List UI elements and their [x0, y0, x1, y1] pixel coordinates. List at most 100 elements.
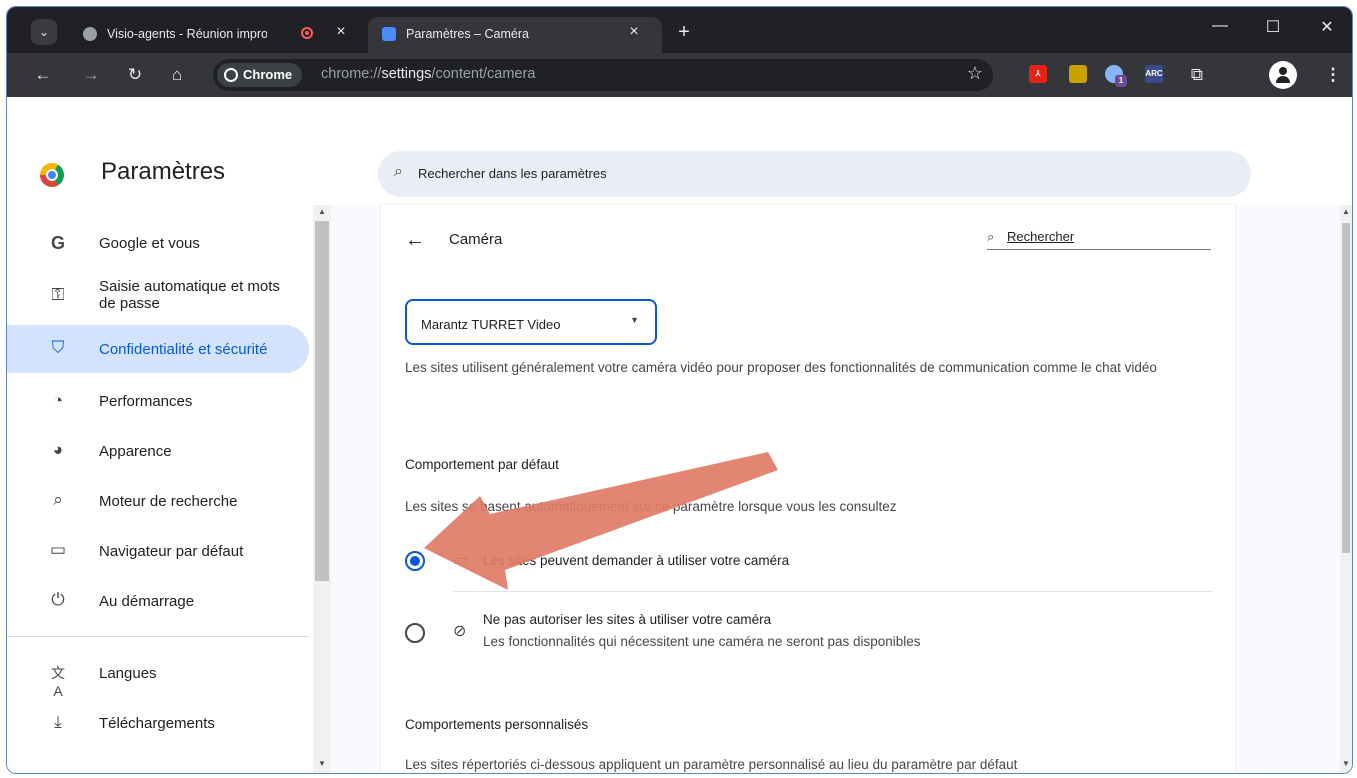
settings-sidebar: G Google et vous ⚿ Saisie automatique et…	[7, 205, 313, 773]
chrome-icon	[224, 68, 238, 82]
search-icon: ⌕	[987, 229, 995, 244]
profile-avatar[interactable]	[1269, 61, 1297, 89]
search-icon: ⌕	[53, 490, 63, 509]
chrome-logo-icon	[40, 163, 64, 187]
option-block-title: Ne pas autoriser les sites à utiliser vo…	[483, 612, 772, 627]
sidebar-item-label: Moteur de recherche	[99, 493, 238, 510]
sidebar-item-startup[interactable]: ⏻ Au démarrage	[7, 577, 309, 625]
bookmark-star-icon[interactable]: ☆	[967, 63, 983, 84]
sidebar-item-privacy[interactable]: ⛉ Confidentialité et sécurité	[7, 325, 309, 373]
default-behavior-heading: Comportement par défaut	[405, 457, 559, 472]
new-tab-button[interactable]: +	[673, 21, 695, 44]
url-host: settings	[381, 66, 432, 82]
url-text[interactable]: chrome://settings/content/camera	[321, 66, 535, 82]
settings-search-input[interactable]: ⌕ Rechercher dans les paramètres	[378, 151, 1251, 197]
pdf-extension-icon[interactable]: ⅄	[1029, 65, 1047, 83]
sidebar-item-search-engine[interactable]: ⌕ Moteur de recherche	[7, 477, 309, 525]
scroll-up-arrow-icon[interactable]: ▲	[1340, 207, 1352, 216]
folder-extension-icon[interactable]	[1069, 65, 1087, 83]
tab-visio-agents[interactable]: Visio-agents - Réunion improvisée ×	[69, 17, 361, 53]
option-block-sublabel: Les fonctionnalités qui nécessitent une …	[483, 634, 921, 649]
page-title: Caméra	[449, 231, 503, 248]
browser-toolbar: ← → ↻ ⌂ Chrome chrome://settings/content…	[7, 53, 1352, 97]
site-info-chip[interactable]: Chrome	[217, 63, 303, 87]
sidebar-item-label: Téléchargements	[99, 715, 215, 732]
scroll-up-arrow-icon[interactable]: ▲	[313, 207, 331, 216]
sidebar-item-label: Au démarrage	[99, 593, 195, 610]
sidebar-divider	[7, 636, 309, 637]
url-path: /content/camera	[431, 66, 536, 82]
sidebar-item-downloads[interactable]: ⤓ Téléchargements	[7, 699, 309, 747]
maximize-button[interactable]: ☐	[1253, 17, 1293, 37]
option-allow-radio[interactable]	[405, 551, 425, 571]
custom-behaviors-text: Les sites répertoriés ci-dessous appliqu…	[405, 757, 1018, 772]
search-icon: ⌕	[394, 163, 403, 180]
sidebar-item-autofill[interactable]: ⚿ Saisie automatique et mots de passe	[7, 267, 309, 323]
tab-strip: ⌄ Visio-agents - Réunion improvisée × Pa…	[7, 7, 1352, 53]
menu-kebab-icon[interactable]: ⋮	[1321, 63, 1345, 87]
tab-title: Paramètres – Caméra	[406, 27, 529, 41]
translate-icon: 文A	[51, 665, 65, 699]
option-allow-label: Les sites peuvent demander à utiliser vo…	[483, 553, 790, 568]
option-block-radio[interactable]	[405, 623, 425, 643]
browser-window: ⌄ Visio-agents - Réunion improvisée × Pa…	[6, 6, 1353, 774]
tab-title: Visio-agents - Réunion improvisée	[107, 27, 267, 41]
default-behavior-text: Les sites se basent automatiquement sur …	[405, 499, 897, 514]
main-scrollbar-thumb[interactable]	[1342, 223, 1350, 553]
arc-extension-icon[interactable]: ARC	[1145, 65, 1163, 83]
sidebar-item-label: Performances	[99, 393, 193, 410]
palette-icon: ◕	[52, 440, 64, 459]
scroll-down-arrow-icon[interactable]: ▼	[313, 759, 331, 768]
key-icon: ⚿	[51, 285, 65, 304]
options-divider	[453, 591, 1213, 592]
globe-icon	[83, 27, 97, 41]
sidebar-item-performance[interactable]: ◔ Performances	[7, 377, 309, 425]
back-arrow-icon[interactable]: ←	[405, 229, 425, 252]
camera-device-select[interactable]: Marantz TURRET Video ▼	[405, 299, 657, 345]
scroll-down-arrow-icon[interactable]: ▼	[1340, 759, 1352, 768]
sidebar-item-google[interactable]: G Google et vous	[7, 219, 309, 267]
google-icon: G	[50, 233, 65, 253]
search-placeholder: Rechercher dans les paramètres	[418, 166, 607, 181]
home-icon[interactable]: ⌂	[165, 63, 189, 87]
sidebar-scrollbar-thumb[interactable]	[315, 221, 329, 581]
sidebar-item-label: Saisie automatique et mots de passe	[99, 278, 280, 312]
extension-badge: 1	[1115, 75, 1127, 87]
camera-settings-card: ← Caméra ⌕ Rechercher Marantz TURRET Vid…	[381, 205, 1235, 773]
back-icon[interactable]: ←	[31, 63, 55, 87]
sidebar-item-label: Google et vous	[99, 235, 200, 252]
speedometer-icon: ◔	[52, 391, 64, 410]
camera-search-label: Rechercher	[1007, 229, 1075, 244]
reload-icon[interactable]: ↻	[123, 63, 147, 87]
tab-parametres-camera[interactable]: Paramètres – Caméra ×	[368, 17, 662, 53]
sidebar-item-default-browser[interactable]: ▭ Navigateur par défaut	[7, 527, 309, 575]
browser-window-icon: ▭	[49, 540, 67, 559]
camera-off-icon: ⊘	[453, 623, 467, 640]
tab-close-button[interactable]: ×	[331, 23, 351, 41]
settings-title: Paramètres	[101, 158, 226, 185]
sidebar-item-label: Confidentialité et sécurité	[99, 341, 268, 358]
option-block-label: Ne pas autoriser les sites à utiliser vo…	[483, 609, 921, 653]
dropdown-arrow-icon: ▼	[630, 315, 639, 325]
tab-search-button[interactable]: ⌄	[31, 19, 57, 45]
address-bar[interactable]: Chrome chrome://settings/content/camera …	[213, 59, 993, 91]
tab-close-button[interactable]: ×	[624, 23, 644, 41]
sidebar-item-label: Langues	[99, 665, 157, 682]
selected-device: Marantz TURRET Video	[421, 317, 561, 332]
download-icon: ⤓	[54, 712, 62, 731]
gear-icon	[382, 27, 396, 41]
camera-search-input[interactable]: ⌕ Rechercher	[987, 227, 1211, 250]
close-window-button[interactable]: ✕	[1307, 17, 1347, 37]
sidebar-item-appearance[interactable]: ◕ Apparence	[7, 427, 309, 475]
camera-description: Les sites utilisent généralement votre c…	[405, 360, 1157, 375]
power-icon: ⏻	[51, 590, 65, 609]
camera-icon: ▭	[453, 552, 469, 569]
sidebar-item-languages[interactable]: 文A Langues	[7, 649, 309, 699]
url-scheme: chrome://	[321, 66, 382, 82]
extensions-puzzle-icon[interactable]: ⧉	[1185, 63, 1209, 87]
sidebar-item-label: Apparence	[99, 443, 172, 460]
shield-icon: ⛉	[51, 338, 65, 357]
forward-icon[interactable]: →	[79, 63, 103, 87]
minimize-button[interactable]: —	[1200, 17, 1240, 35]
custom-behaviors-heading: Comportements personnalisés	[405, 717, 589, 732]
